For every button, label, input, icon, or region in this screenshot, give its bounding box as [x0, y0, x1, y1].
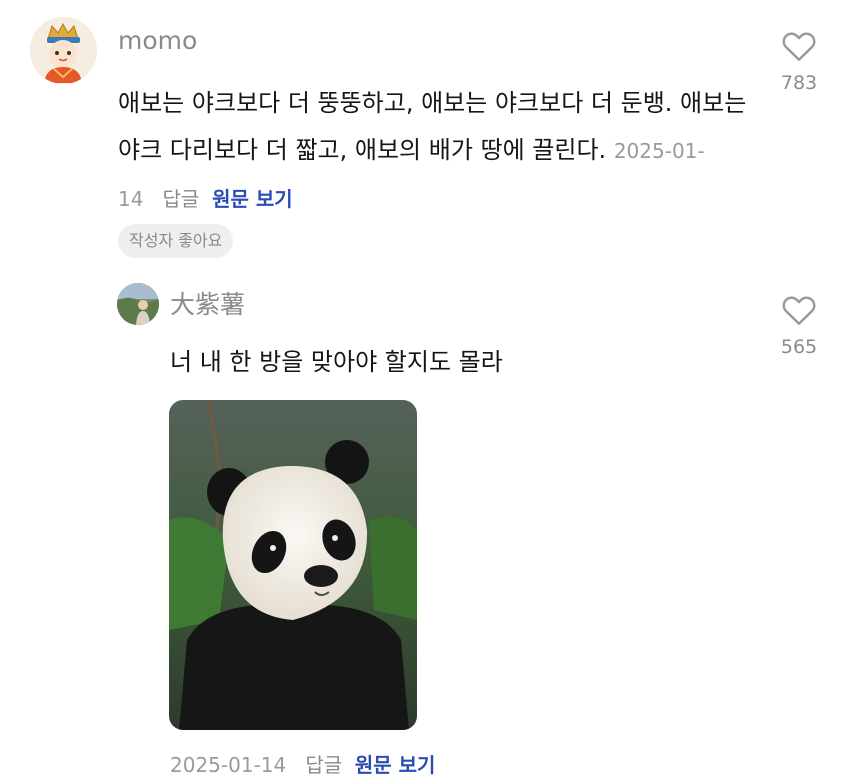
reply-button[interactable]: 답글 [163, 187, 200, 211]
view-original-button[interactable]: 원문 보기 [212, 187, 293, 211]
username[interactable]: momo [118, 24, 197, 58]
heart-outline-icon[interactable] [771, 28, 827, 62]
reply-date: 2025-01-14 [170, 753, 287, 777]
username[interactable]: 大紫薯 [170, 288, 245, 322]
panda-image[interactable] [169, 400, 417, 730]
heart-outline-icon[interactable] [771, 292, 827, 326]
view-original-button[interactable]: 원문 보기 [355, 753, 436, 777]
reply-meta: 2025-01-14 답글 원문 보기 [170, 750, 435, 780]
comment-text: 애보는 야크보다 더 뚱뚱하고, 애보는 야크보다 더 둔뱅. 애보는 야크 다… [118, 80, 758, 223]
like-count: 783 [780, 72, 818, 94]
like-column: 565 [771, 292, 827, 358]
like-count: 565 [780, 336, 818, 358]
reply-button[interactable]: 답글 [305, 753, 342, 777]
author-liked-badge: 작성자 좋아요 [118, 224, 234, 258]
reply-text: 너 내 한 방을 맞아야 할지도 몰라 [170, 348, 503, 376]
avatar[interactable] [30, 17, 97, 84]
like-column: 783 [771, 28, 827, 94]
avatar[interactable] [117, 283, 159, 325]
